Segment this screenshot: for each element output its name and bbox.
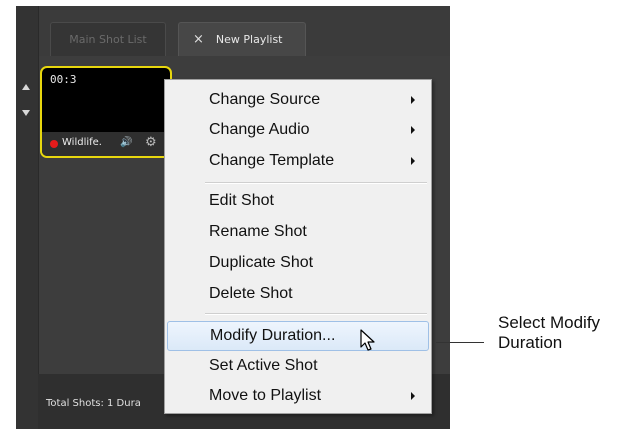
shot-name: Wildlife.: [62, 137, 102, 148]
menu-item-modify-duration[interactable]: Modify Duration...: [167, 321, 429, 351]
callout-line-2: Duration: [498, 333, 563, 352]
speaker-icon[interactable]: 🔊: [120, 137, 132, 148]
menu-item-set-active-shot[interactable]: Set Active Shot: [167, 352, 429, 380]
record-indicator-icon: [50, 140, 58, 148]
menu-item-change-source[interactable]: Change Source: [167, 86, 429, 114]
tab-new-playlist[interactable]: × New Playlist: [178, 22, 306, 56]
menu-item-change-audio[interactable]: Change Audio: [167, 116, 429, 144]
menu-item-label: Move to Playlist: [209, 387, 322, 404]
tab-main-shot-list[interactable]: Main Shot List: [50, 22, 166, 56]
shot-thumbnail[interactable]: 00:3 Wildlife. 🔊 ⚙: [40, 66, 172, 158]
menu-item-label: Change Audio: [209, 121, 310, 138]
context-menu: Change Source Change Audio Change Templa…: [164, 79, 432, 414]
total-shots-label: Total Shots: 1 Dura: [46, 398, 141, 409]
menu-item-label: Change Source: [209, 91, 321, 108]
callout-annotation: Select Modify Duration: [498, 313, 600, 353]
scroll-down-arrow-icon[interactable]: [22, 110, 30, 116]
submenu-arrow-icon: [411, 157, 415, 165]
menu-item-label: Change Template: [209, 152, 335, 169]
menu-item-edit-shot[interactable]: Edit Shot: [167, 187, 429, 215]
menu-item-change-template[interactable]: Change Template: [167, 147, 429, 175]
callout-line-1: Select Modify: [498, 313, 601, 332]
menu-item-duplicate-shot[interactable]: Duplicate Shot: [167, 249, 429, 277]
gear-icon[interactable]: ⚙: [145, 135, 157, 150]
shot-nav-strip: [16, 6, 39, 429]
mouse-pointer-icon: [360, 329, 375, 351]
shot-duration: 00:3: [50, 73, 77, 86]
menu-item-label: Edit Shot: [209, 192, 274, 209]
close-icon[interactable]: ×: [193, 32, 204, 47]
menu-item-label: Delete Shot: [209, 285, 293, 302]
shot-info-bar: Wildlife. 🔊 ⚙: [42, 132, 170, 156]
tab-label: New Playlist: [215, 33, 283, 46]
submenu-arrow-icon: [411, 126, 415, 134]
menu-item-label: Duplicate Shot: [209, 254, 314, 271]
menu-item-label: Modify Duration...: [210, 327, 336, 344]
menu-separator: [205, 182, 427, 184]
callout-leader-line: [436, 342, 484, 343]
menu-separator: [205, 313, 427, 315]
menu-item-rename-shot[interactable]: Rename Shot: [167, 218, 429, 246]
submenu-arrow-icon: [411, 392, 415, 400]
submenu-arrow-icon: [411, 96, 415, 104]
menu-item-label: Rename Shot: [209, 223, 307, 240]
menu-item-delete-shot[interactable]: Delete Shot: [167, 280, 429, 308]
menu-item-move-to-playlist[interactable]: Move to Playlist: [167, 382, 429, 410]
scroll-up-arrow-icon[interactable]: [22, 84, 30, 90]
menu-item-label: Set Active Shot: [209, 357, 318, 374]
